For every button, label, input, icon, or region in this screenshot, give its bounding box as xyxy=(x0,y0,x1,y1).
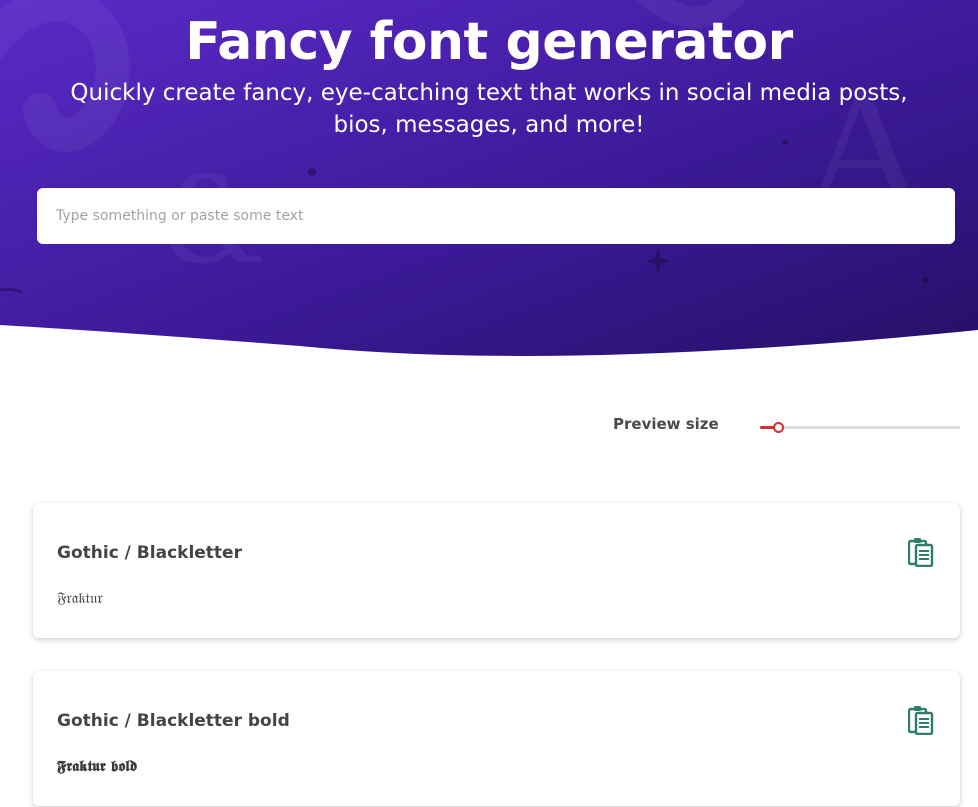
slider-track[interactable] xyxy=(760,426,960,429)
page-title: Fancy font generator xyxy=(185,12,793,72)
font-card-gothic: Gothic / Blackletter 𝔉𝔯𝔞𝔨𝔱𝔲𝔯 xyxy=(33,503,960,638)
hero-banner: & A Fancy font generator Quickly create … xyxy=(0,0,978,360)
clipboard-icon xyxy=(907,706,934,736)
preview-size-label: Preview size xyxy=(613,415,719,433)
page-subtitle: Quickly create fancy, eye-catching text … xyxy=(70,80,908,138)
card-preview-text[interactable]: 𝔉𝔯𝔞𝔨𝔱𝔲𝔯 xyxy=(57,589,103,607)
text-input[interactable] xyxy=(37,188,955,244)
font-card-gothic-bold: Gothic / Blackletter bold 𝕱𝖗𝖆𝖐𝖙𝖚𝖗 𝖇𝖔𝖑𝖉 xyxy=(33,671,960,806)
preview-size-slider[interactable] xyxy=(760,418,960,436)
card-title: Gothic / Blackletter bold xyxy=(57,711,290,731)
clipboard-icon xyxy=(907,538,934,568)
card-preview-text[interactable]: 𝕱𝖗𝖆𝖐𝖙𝖚𝖗 𝖇𝖔𝖑𝖉 xyxy=(57,757,137,775)
copy-button[interactable] xyxy=(907,537,934,568)
slider-thumb[interactable] xyxy=(773,422,784,433)
card-title: Gothic / Blackletter xyxy=(57,543,242,563)
copy-button[interactable] xyxy=(907,705,934,736)
